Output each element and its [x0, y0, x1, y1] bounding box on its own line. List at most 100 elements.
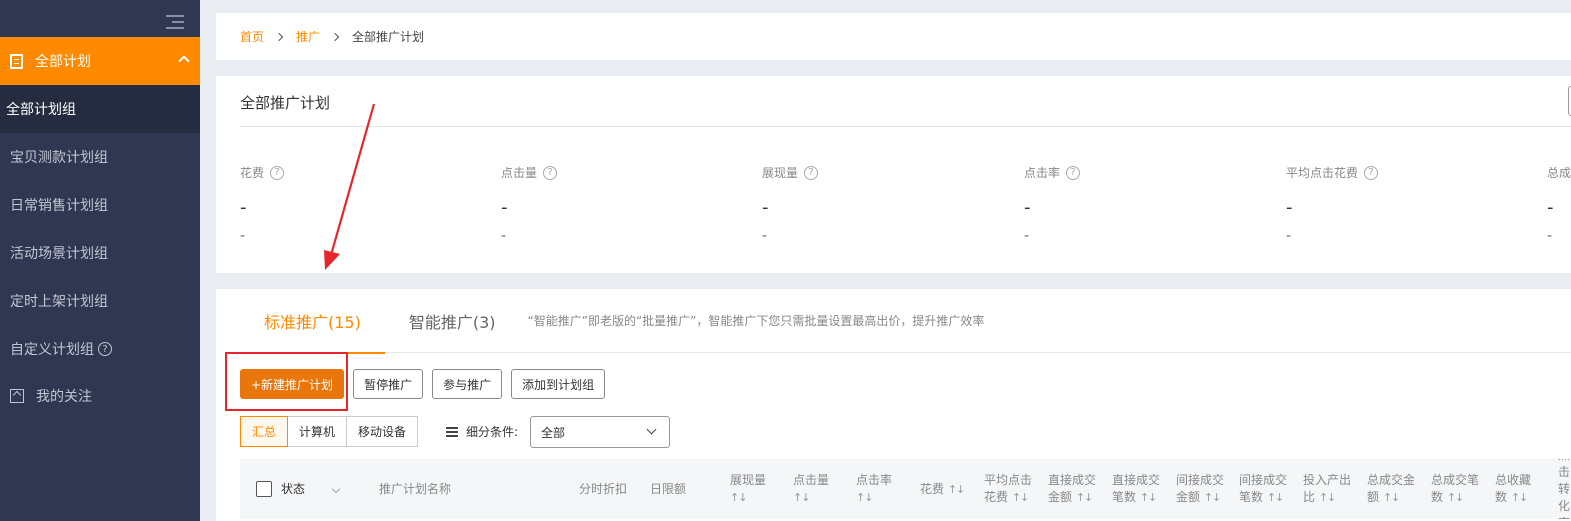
th-total-amount[interactable]: 总成交金额 ↑↓: [1367, 459, 1419, 519]
metric-name: 点击量: [501, 166, 538, 180]
help-icon[interactable]: ?: [98, 342, 112, 356]
metric-compare: -: [762, 228, 768, 244]
sidebar-item-timed-groups[interactable]: 定时上架计划组: [0, 277, 200, 325]
th-label: 点击率: [856, 473, 893, 487]
help-icon[interactable]: ?: [1364, 165, 1379, 180]
overview-panel: 全部推广计划 花费? - - 点击量? - - 展现量? - - 点击率? - …: [216, 76, 1571, 273]
help-icon[interactable]: ?: [1066, 165, 1081, 180]
sort-icon: ↑↓: [1446, 491, 1464, 504]
sort-icon: ↑↓: [1011, 491, 1029, 504]
th-indirect-count[interactable]: 间接成交笔数 ↑↓: [1239, 459, 1291, 519]
metric-compare: -: [501, 228, 507, 244]
chevron-down-icon: [331, 484, 341, 494]
help-icon[interactable]: ?: [543, 165, 558, 180]
th-favorites[interactable]: 总收藏数 ↑↓: [1495, 459, 1547, 519]
th-label: 状态: [281, 481, 306, 496]
sort-icon: ↑↓: [730, 491, 747, 504]
help-icon[interactable]: ?: [804, 165, 819, 180]
chevron-right-icon: [274, 32, 284, 41]
breadcrumb: 首页 推广 全部推广计划: [216, 13, 1571, 60]
metric-value: -: [1547, 197, 1554, 218]
table-header: 状态 推广计划名称 分时折扣 日限额 展现量 ↑↓ 点击量 ↑↓ 点击率 ↑↓ 花费 …: [240, 459, 1571, 519]
segment-mobile[interactable]: 移动设备: [346, 416, 419, 447]
metric-value: -: [1024, 197, 1031, 218]
th-indirect-amount[interactable]: 间接成交金额 ↑↓: [1176, 459, 1228, 519]
segment-summary[interactable]: 汇总: [240, 416, 289, 447]
breadcrumb-home[interactable]: 首页: [240, 28, 264, 45]
th-direct-amount[interactable]: 直接成交金额 ↑↓: [1048, 459, 1100, 519]
sort-icon: ↑↓: [947, 482, 965, 496]
new-plan-button[interactable]: +新建推广计划: [240, 369, 345, 399]
menu-my-follow[interactable]: 我的关注: [0, 372, 200, 420]
segment-pc[interactable]: 计算机: [287, 416, 348, 447]
sidebar-item-all-groups[interactable]: 全部计划组: [0, 85, 200, 133]
metric-name: 平均点击花费: [1286, 166, 1359, 180]
th-cpc[interactable]: 平均点击花费 ↑↓: [984, 459, 1036, 519]
th-cost[interactable]: 花费 ↑↓: [920, 459, 965, 519]
metric-compare: -: [240, 228, 246, 244]
tab-note: “智能推广”即老版的“批量推广”，智能推广下您只需批量设置最高出价，提升推广效率: [527, 314, 985, 328]
sort-icon: ↑↓: [1075, 491, 1093, 504]
th-clicks[interactable]: 点击量 ↑↓: [793, 459, 843, 519]
th-label: 点击转化率: [1558, 459, 1571, 519]
th-time-discount: 分时折扣: [579, 481, 628, 496]
help-icon[interactable]: ?: [270, 165, 285, 180]
sidebar-item-daily-groups[interactable]: 日常销售计划组: [0, 181, 200, 229]
filter-label-text: 细分条件:: [466, 425, 519, 439]
sort-icon: ↑↓: [1382, 491, 1400, 504]
sidebar-item-label: 活动场景计划组: [10, 246, 108, 262]
sort-icon: ↑↓: [793, 491, 810, 504]
metric-value: -: [501, 197, 508, 218]
action-buttons: +新建推广计划 暂停推广 参与推广 添加到计划组: [240, 369, 606, 399]
add-to-group-button[interactable]: 添加到计划组: [511, 369, 606, 399]
th-conversion[interactable]: 点击转化率: [1558, 459, 1571, 519]
page-title: 全部推广计划: [240, 94, 331, 112]
metric-compare: -: [1024, 228, 1030, 244]
th-roi[interactable]: 投入产出比 ↑↓: [1303, 459, 1355, 519]
th-status[interactable]: 状态: [281, 459, 341, 519]
sidebar-item-event-groups[interactable]: 活动场景计划组: [0, 229, 200, 277]
select-all-checkbox[interactable]: [256, 459, 272, 519]
sidebar-item-label: 日常销售计划组: [10, 198, 108, 214]
th-total-count[interactable]: 总成交笔数 ↑↓: [1431, 459, 1483, 519]
filter-select[interactable]: 全部: [530, 416, 670, 448]
sort-icon: ↑↓: [856, 491, 873, 504]
th-label: 花费: [920, 481, 945, 496]
menu-all-plans-label: 全部计划: [35, 54, 91, 70]
tab-standard[interactable]: 标准推广(15): [240, 289, 385, 354]
device-segment: 汇总 计算机 移动设备: [240, 416, 419, 447]
metric-impressions: 展现量? - -: [762, 164, 962, 244]
chevron-right-icon: [330, 32, 340, 41]
join-button[interactable]: 参与推广: [432, 369, 503, 399]
chevron-up-icon: [178, 55, 190, 67]
sort-icon: ↑↓: [1318, 491, 1336, 504]
sidebar: 全部计划 全部计划组 宝贝测款计划组 日常销售计划组 活动场景计划组 定时上架计…: [0, 0, 200, 521]
th-ctr[interactable]: 点击率 ↑↓: [856, 459, 906, 519]
list-icon: [446, 426, 458, 437]
collapse-menu-icon[interactable]: [166, 14, 184, 30]
sidebar-item-test-groups[interactable]: 宝贝测款计划组: [0, 133, 200, 181]
metric-name: 点击率: [1024, 166, 1061, 180]
plans-panel: 标准推广(15) 智能推广(3) “智能推广”即老版的“批量推广”，智能推广下您…: [216, 289, 1571, 521]
metric-name: 展现量: [762, 166, 799, 180]
metric-value: -: [240, 197, 247, 218]
metric-value: -: [1286, 197, 1293, 218]
checkbox[interactable]: [256, 481, 272, 497]
breadcrumb-promo[interactable]: 推广: [296, 28, 320, 45]
sort-icon: ↑↓: [1203, 491, 1221, 504]
tab-smart[interactable]: 智能推广(3): [385, 289, 520, 353]
pause-button[interactable]: 暂停推广: [353, 369, 424, 399]
tab-bar: 标准推广(15) 智能推广(3) “智能推广”即老版的“批量推广”，智能推广下您…: [240, 289, 1571, 354]
filter-label: 细分条件:: [446, 416, 518, 447]
metric-total: 总成 - -: [1547, 164, 1571, 244]
menu-all-plans[interactable]: 全部计划: [0, 37, 200, 85]
sidebar-item-custom-groups[interactable]: 自定义计划组?: [0, 325, 200, 373]
metric-name: 花费: [240, 166, 265, 180]
th-daily-limit: 日限额: [650, 481, 687, 496]
metric-ctr: 点击率? - -: [1024, 164, 1224, 244]
th-direct-count[interactable]: 直接成交笔数 ↑↓: [1112, 459, 1164, 519]
th-impressions[interactable]: 展现量 ↑↓: [730, 459, 780, 519]
th-name: 推广计划名称: [379, 481, 452, 496]
sidebar-item-label: 自定义计划组: [10, 342, 94, 358]
sort-icon: ↑↓: [1266, 491, 1284, 504]
